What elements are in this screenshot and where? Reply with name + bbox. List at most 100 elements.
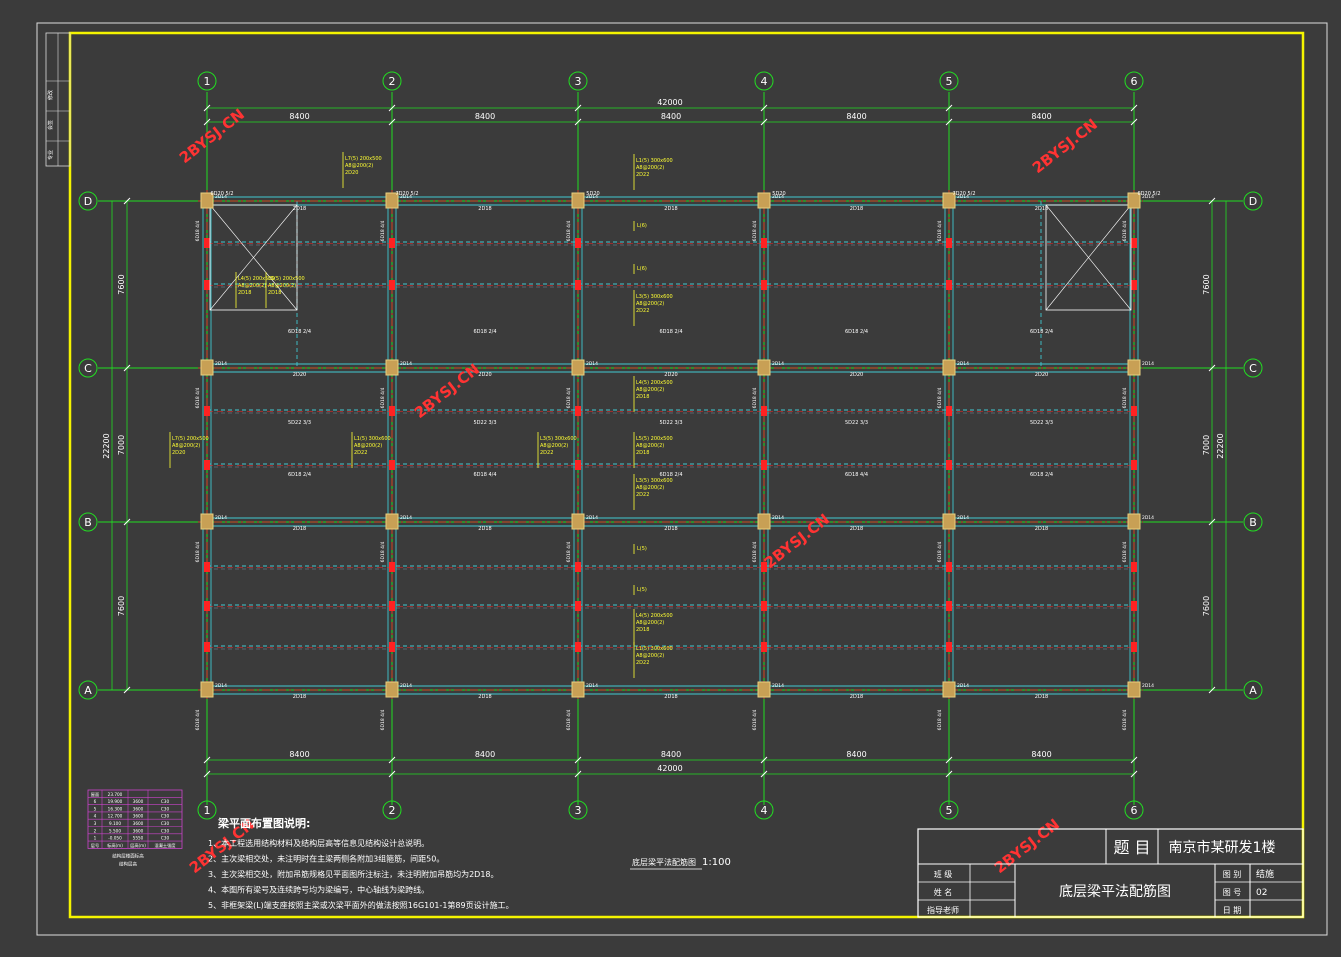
notes-item: 3、主次梁相交处，附加吊筋规格见平面图所注标注，未注明附加吊筋均为2D18。 [208, 869, 499, 879]
dim-span: 8400 [1031, 750, 1051, 759]
elevation-table-cell: 2 [94, 828, 97, 833]
beam-top-rebar: 2D18 [238, 290, 251, 296]
support-bar: 2D14 [400, 683, 412, 689]
hanger-mark [946, 238, 952, 248]
watermark: 2BYSJ.CN [1029, 115, 1101, 177]
beam-name: L5(5) 200x500 [268, 276, 305, 282]
support-bar: 2D14 [400, 515, 412, 521]
dim-row-span: 7600 [1202, 274, 1211, 294]
support-bar: 2D14 [957, 515, 969, 521]
beam-top-rebar: 2D20 [172, 450, 185, 456]
beam-span-bar: 2D18 [1035, 526, 1048, 532]
column [200, 681, 214, 698]
side-stamp-text: 专业 [47, 150, 54, 160]
beam-span-bar: 6D18 2/4 [1030, 329, 1053, 335]
beam-span-bar: 5D22 3/3 [845, 420, 868, 426]
beam-span-bar: 6D18 2/4 [845, 329, 868, 335]
side-stamp-text: 会签 [47, 120, 54, 130]
support-bar: 6D18 4/4 [937, 542, 943, 563]
beam-span-bar: 6D18 4/4 [845, 472, 868, 478]
beam-span-bar: 6D18 2/4 [288, 329, 311, 335]
elevation-table-cell: C30 [161, 806, 170, 811]
notes-item: 5、非框架梁(L)端支座按照主梁或次梁平面外的做法按照16G101-1第89页设… [208, 900, 514, 910]
support-bar: 6D18 4/4 [195, 710, 201, 731]
hanger-mark [1131, 280, 1137, 290]
hanger-mark [761, 406, 767, 416]
notes-item: 4、本图所有梁号及连续跨号均为梁编号，中心轴线为梁跨线。 [208, 885, 429, 895]
elevation-table-cell: -0.050 [108, 836, 122, 841]
watermark: 2BYSJ.CN [176, 105, 248, 167]
beam-stirrup: A8@200(2) [636, 485, 664, 491]
support-bar: 2D14 [215, 194, 227, 200]
beam-span-bar: 2D20 [664, 372, 677, 378]
beam-span-bar: 2D18 [1035, 206, 1048, 212]
hanger-mark [389, 642, 395, 652]
beam-top-rebar: 2D22 [636, 660, 649, 666]
column [200, 513, 214, 530]
support-bar: 2D14 [215, 515, 227, 521]
beam-name: L1(5) 300x600 [354, 436, 391, 442]
beam-top-rebar: 2D22 [540, 450, 553, 456]
support-bar: 2D14 [1142, 683, 1154, 689]
axis-label: D [84, 195, 92, 208]
beam-name: L5(5) 200x500 [636, 436, 673, 442]
beam-top-rebar: 2D18 [636, 394, 649, 400]
beam-stirrup: A8@200(2) [636, 653, 664, 659]
dim-row-span: 7000 [117, 435, 126, 455]
secondary-beam-tag: L(5) [637, 587, 647, 593]
dim-span: 8400 [846, 750, 866, 759]
elevation-table-cell: 3600 [133, 828, 144, 833]
hanger-mark [575, 562, 581, 572]
support-bar: 2D14 [1142, 515, 1154, 521]
support-bar: 6D18 4/4 [380, 542, 386, 563]
hanger-mark [1131, 406, 1137, 416]
hanger-mark [575, 642, 581, 652]
axis-label: 2 [389, 804, 396, 817]
axis-label: 4 [761, 75, 768, 88]
beam-top-rebar: 2D22 [354, 450, 367, 456]
dim-span: 8400 [846, 112, 866, 121]
drawing-canvas: 修改 会签 专业 1 1 2 2 3 3 4 4 5 5 6 6 D D C C B B A A 42000 8400 8400 8… [0, 0, 1341, 957]
support-bar: 2D14 [400, 361, 412, 367]
beam-span-bar: 6D18 2/4 [1030, 472, 1053, 478]
beam-span-bar: 2D20 [293, 372, 306, 378]
title-block-value: 结施 [1256, 868, 1274, 880]
beam-name: L1(5) 300x600 [636, 158, 673, 164]
title-block-label: 图 别 [1223, 870, 1242, 879]
column [1127, 359, 1141, 376]
support-bar: 6D18 4/4 [752, 542, 758, 563]
hanger-mark [204, 238, 210, 248]
support-bar: 6D18 4/4 [937, 221, 943, 242]
beam-top-rebar: 2D22 [636, 492, 649, 498]
notes-item: 1、本工程选用结构材料及结构层高等信息见结构设计总说明。 [208, 838, 429, 848]
watermark: 2BYSJ.CN [411, 360, 483, 422]
axis-label: 1 [204, 804, 211, 817]
support-bar: 6D18 4/4 [1122, 710, 1128, 731]
axis-label: 4 [761, 804, 768, 817]
beam-name: L3(5) 300x600 [636, 294, 673, 300]
dim-row-span: 7600 [117, 596, 126, 616]
support-bar: 6D18 4/4 [1122, 542, 1128, 563]
support-bar: 2D14 [772, 683, 784, 689]
axis-label: D [1249, 195, 1257, 208]
dim-span: 8400 [289, 112, 309, 121]
support-bar: 6D18 4/4 [566, 388, 572, 409]
support-bar: 2D14 [957, 194, 969, 200]
elevation-table-cell: 5.500 [109, 828, 121, 833]
secondary-beam-tag: L(5) [637, 546, 647, 552]
axis-label: B [84, 516, 92, 529]
beam-span-bar: 2D18 [1035, 694, 1048, 700]
beam-span-bar: 2D18 [478, 526, 491, 532]
hanger-mark [1131, 601, 1137, 611]
beam-stirrup: A8@200(2) [636, 301, 664, 307]
dim-span: 8400 [289, 750, 309, 759]
elevation-table-cell: C30 [161, 836, 170, 841]
hanger-mark [389, 562, 395, 572]
beam-top-rebar: 2D18 [636, 627, 649, 633]
support-bar: 2D14 [772, 361, 784, 367]
plan-title: 底层梁平法配筋图 [632, 857, 696, 867]
beam-span-bar: 5D22 3/3 [1030, 420, 1053, 426]
dim-row-span: 7000 [1202, 435, 1211, 455]
beam-stirrup: A8@200(2) [345, 163, 373, 169]
hanger-mark [575, 406, 581, 416]
